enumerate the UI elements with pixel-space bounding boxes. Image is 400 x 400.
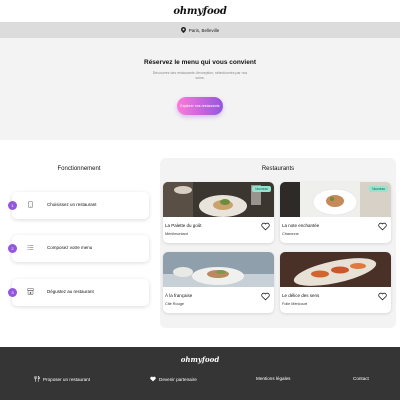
utensils-icon xyxy=(34,376,40,382)
restaurant-name: À la française xyxy=(165,293,193,298)
propose-restaurant-link[interactable]: Proposer un restaurant xyxy=(34,376,90,382)
hero-section: Réservez le menu qui vous convient Décou… xyxy=(0,38,400,140)
step-compose-menu[interactable]: 2 Composez votre menu xyxy=(8,235,149,262)
restaurant-photo xyxy=(163,252,274,287)
restaurant-area: Charonne xyxy=(282,232,299,236)
step-label: Dégustez au restaurant xyxy=(47,289,94,294)
site-logo[interactable]: ohmyfood xyxy=(173,6,227,17)
restaurant-card-palette-du-gout[interactable]: Nouveau La Palette du goût Ménilmontant xyxy=(163,182,274,243)
footer-logo[interactable]: ohmyfood xyxy=(0,355,400,364)
step-number: 1 xyxy=(8,201,17,210)
explore-restaurants-button[interactable]: Explorer nos restaurants xyxy=(177,97,223,115)
fonctionnement-section: Fonctionnement 1 Choisissez un restauran… xyxy=(4,158,154,328)
step-choose-restaurant[interactable]: 1 Choisissez un restaurant xyxy=(8,192,149,219)
phone-icon xyxy=(28,201,33,208)
restaurant-area: Cité Rouge xyxy=(165,302,184,306)
footer-link-label: Mentions légales xyxy=(256,376,291,381)
restaurant-area: Folie Méricourt xyxy=(282,302,308,306)
restaurant-area: Ménilmontant xyxy=(165,232,188,236)
fonctionnement-title: Fonctionnement xyxy=(57,166,101,172)
footer-link-label: Contact xyxy=(353,376,369,381)
hero-subtitle: Découvrez des restaurants d'exception, s… xyxy=(152,71,248,80)
heart-icon[interactable] xyxy=(261,292,270,301)
restaurants-section: Restaurants Nouveau La Palette du goût M… xyxy=(160,158,396,328)
step-number: 3 xyxy=(8,288,17,297)
heart-icon[interactable] xyxy=(261,222,270,231)
location-bar: Paris, Belleville xyxy=(0,22,400,38)
new-badge: Nouveau xyxy=(252,186,271,192)
step-number: 2 xyxy=(8,244,17,253)
hero-title: Réservez le menu qui vous convient xyxy=(144,59,256,66)
legal-notice-link[interactable]: Mentions légales xyxy=(256,376,290,381)
list-icon xyxy=(27,244,34,251)
step-enjoy-restaurant[interactable]: 3 Dégustez au restaurant xyxy=(8,279,149,306)
new-badge: Nouveau xyxy=(369,186,388,192)
step-label: Composez votre menu xyxy=(47,245,93,250)
heart-icon[interactable] xyxy=(378,222,387,231)
location-pin-icon xyxy=(180,27,186,33)
become-partner-link[interactable]: Devenir partenaire xyxy=(150,376,197,382)
heart-icon[interactable] xyxy=(378,292,387,301)
restaurant-card-note-enchantee[interactable]: Nouveau La note enchantée Charonne xyxy=(280,182,391,243)
restaurant-photo xyxy=(280,252,391,287)
location-text: Paris, Belleville xyxy=(188,27,220,33)
restaurants-title: Restaurants xyxy=(261,166,295,172)
footer-link-label: Devenir partenaire xyxy=(159,376,197,382)
store-icon xyxy=(27,288,34,295)
restaurant-name: La note enchantée xyxy=(282,223,320,228)
restaurant-name: Le délice des sens xyxy=(282,293,320,298)
site-footer: ohmyfood Proposer un restaurant Devenir … xyxy=(0,347,400,400)
restaurant-name: La Palette du goût xyxy=(165,223,202,228)
restaurant-card-a-la-francaise[interactable]: À la française Cité Rouge xyxy=(163,252,274,313)
restaurant-card-delice-des-sens[interactable]: Le délice des sens Folie Méricourt xyxy=(280,252,391,313)
site-header: ohmyfood xyxy=(0,0,400,22)
step-label: Choisissez un restaurant xyxy=(47,202,97,207)
contact-link[interactable]: Contact xyxy=(353,376,369,381)
heart-handshake-icon xyxy=(150,376,156,382)
footer-link-label: Proposer un restaurant xyxy=(43,376,90,382)
